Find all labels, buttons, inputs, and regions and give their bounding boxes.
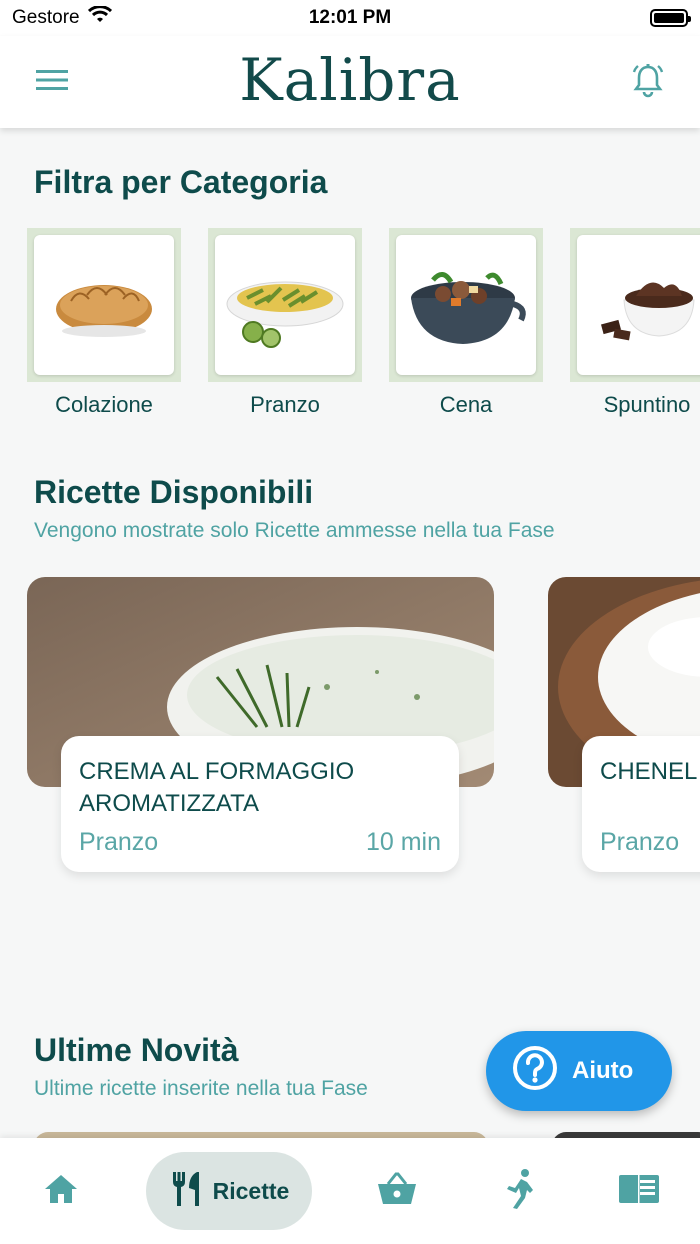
main-content[interactable]: Filtra per Categoria Colazione Pranzo Ce… bbox=[0, 128, 700, 1138]
help-label: Aiuto bbox=[572, 1057, 634, 1084]
wifi-icon bbox=[87, 5, 112, 30]
book-icon bbox=[618, 1173, 660, 1210]
nav-activity[interactable] bbox=[488, 1152, 550, 1230]
app-logo: Kalibra bbox=[239, 46, 461, 114]
category-label: Cena bbox=[439, 392, 493, 417]
bell-icon bbox=[630, 62, 666, 103]
category-label: Colazione bbox=[55, 392, 153, 417]
categories-title: Filtra per Categoria bbox=[34, 164, 328, 200]
news-subtitle: Ultime ricette inserite nella tua Fase bbox=[34, 1077, 368, 1100]
basket-icon bbox=[376, 1172, 418, 1211]
recipe-card[interactable]: CHENEL FORMAG Pranzo bbox=[548, 577, 700, 877]
recipe-list[interactable]: CREMA AL FORMAGGIO AROMATIZZATA Pranzo 1… bbox=[27, 577, 700, 877]
nav-home[interactable] bbox=[30, 1152, 92, 1230]
recipe-time: 10 min bbox=[365, 828, 441, 856]
available-recipes-subtitle: Vengono mostrate solo Ricette ammesse ne… bbox=[34, 519, 555, 542]
nav-diary[interactable] bbox=[608, 1152, 670, 1230]
battery-icon bbox=[650, 9, 691, 27]
question-icon bbox=[512, 1045, 558, 1098]
notifications-button[interactable] bbox=[628, 62, 668, 102]
help-button[interactable]: Aiuto bbox=[486, 1031, 672, 1111]
cutlery-icon bbox=[169, 1170, 205, 1213]
stew-image bbox=[411, 272, 526, 344]
carrier-label: Gestore bbox=[12, 7, 80, 28]
category-list[interactable]: Colazione Pranzo Cena Spuntino bbox=[27, 228, 700, 418]
app-header: Kalibra bbox=[0, 36, 700, 128]
runner-icon bbox=[503, 1168, 535, 1215]
recipe-card[interactable]: CREMA AL FORMAGGIO AROMATIZZATA Pranzo 1… bbox=[27, 577, 494, 877]
recipe-category: Pranzo bbox=[79, 828, 159, 856]
category-item-pranzo[interactable]: Pranzo bbox=[208, 228, 362, 418]
category-label: Pranzo bbox=[250, 392, 320, 417]
status-bar: Gestore 12:01 PM bbox=[0, 0, 700, 36]
news-title: Ultime Novità bbox=[34, 1032, 239, 1068]
recipe-info: CREMA AL FORMAGGIO AROMATIZZATA Pranzo 1… bbox=[61, 736, 459, 872]
nav-recipes[interactable]: Ricette bbox=[146, 1152, 312, 1230]
pasta-image bbox=[226, 281, 344, 348]
chocolate-pudding-image bbox=[601, 282, 695, 341]
category-label: Spuntino bbox=[603, 392, 691, 417]
recipe-title: CREMA AL FORMAGGIO AROMATIZZATA bbox=[79, 758, 355, 817]
available-recipes-title: Ricette Disponibili bbox=[34, 474, 314, 510]
recipe-title: CHENEL FORMAG bbox=[600, 758, 700, 785]
bottom-nav: Ricette bbox=[0, 1138, 700, 1244]
category-item-colazione[interactable]: Colazione bbox=[27, 228, 181, 418]
recipe-category: Pranzo bbox=[600, 828, 680, 856]
menu-button[interactable] bbox=[32, 62, 72, 102]
hamburger-icon bbox=[36, 68, 68, 97]
croissant-image bbox=[56, 285, 152, 337]
category-item-cena[interactable]: Cena bbox=[389, 228, 543, 418]
nav-recipes-label: Ricette bbox=[212, 1177, 290, 1204]
home-icon bbox=[43, 1173, 79, 1210]
category-item-spuntino[interactable]: Spuntino bbox=[570, 228, 700, 418]
nav-basket[interactable] bbox=[366, 1152, 428, 1230]
recipe-info: CHENEL FORMAG Pranzo bbox=[582, 736, 700, 872]
